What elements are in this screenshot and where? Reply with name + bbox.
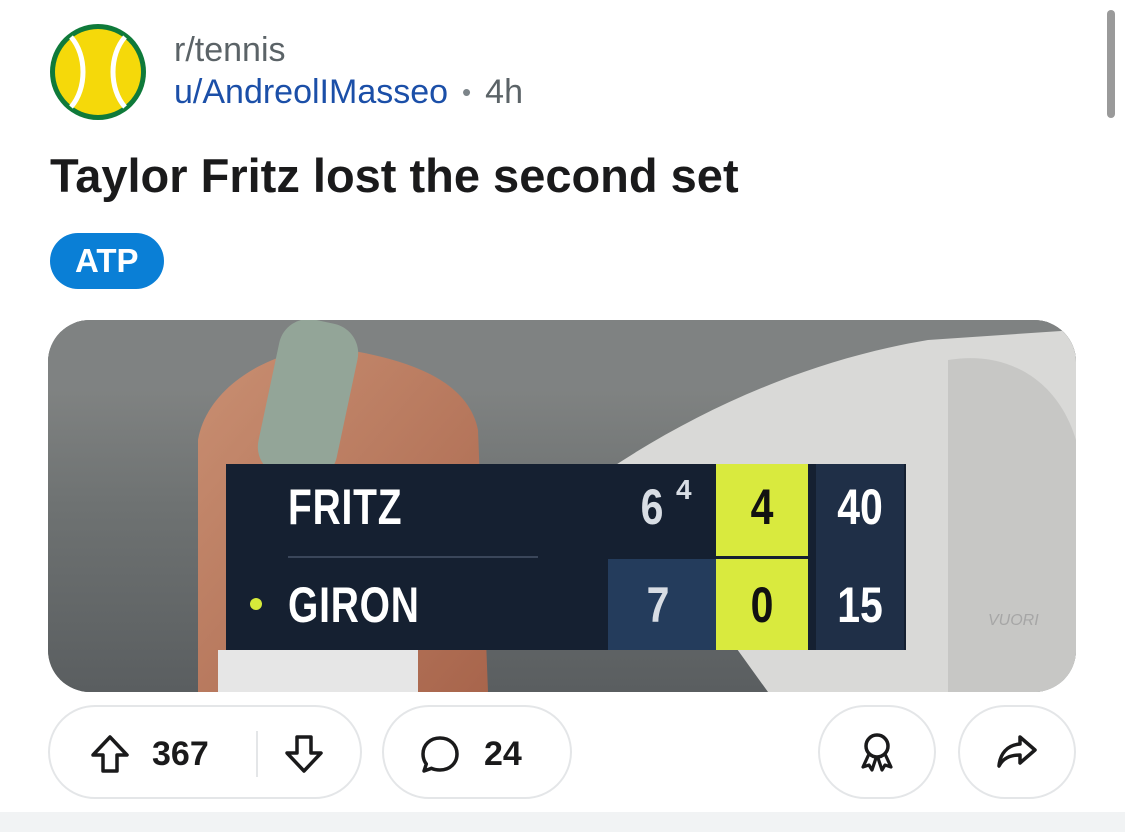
tennis-ball-icon	[55, 29, 141, 115]
subreddit-avatar[interactable]	[50, 24, 146, 120]
subreddit-name[interactable]: r/tennis	[174, 30, 523, 70]
comment-bubble-icon	[418, 733, 462, 782]
svg-text:VUORI: VUORI	[988, 612, 1039, 629]
post-flair[interactable]: ATP	[50, 233, 164, 289]
user-line: u/AndreolIMasseo • 4h	[174, 70, 523, 114]
player-1-name: FRITZ	[288, 479, 403, 535]
player-2-set-score: 7	[646, 577, 670, 633]
post-meta: r/tennis u/AndreolIMasseo • 4h	[174, 30, 523, 114]
player-1-tiebreak-score: 4	[676, 474, 692, 505]
comment-count: 24	[484, 735, 522, 773]
arrow-up-icon[interactable]	[88, 732, 132, 781]
player-1-set-score: 6	[640, 479, 664, 535]
feed-separator	[0, 812, 1125, 832]
player-divider	[288, 556, 538, 558]
share-button[interactable]	[958, 705, 1076, 799]
vote-control: 367	[48, 705, 362, 799]
post-title[interactable]: Taylor Fritz lost the second set	[50, 148, 739, 204]
award-icon	[861, 733, 893, 772]
comments-button[interactable]: 24	[382, 705, 572, 799]
player-2-name: GIRON	[288, 577, 420, 633]
share-icon	[997, 735, 1037, 768]
post-age: 4h	[485, 73, 523, 111]
award-button[interactable]	[818, 705, 936, 799]
player-1-games: 4	[750, 479, 774, 535]
post-image[interactable]: VUORI FRITZ GIRON 6 4 7 4 0 40 15	[48, 320, 1076, 692]
player-1-points: 40	[837, 479, 883, 535]
meta-separator: •	[462, 77, 472, 107]
arrow-down-icon[interactable]	[282, 732, 326, 781]
upvote-count: 367	[152, 735, 209, 773]
post-actions: 367 24	[48, 705, 1078, 801]
player-2-games: 0	[750, 577, 774, 633]
player-2-points: 15	[837, 577, 883, 633]
game-column-separator	[716, 556, 808, 559]
post-header: r/tennis u/AndreolIMasseo • 4h	[50, 24, 523, 120]
scoreboard: FRITZ GIRON 6 4 7 4 0 40 15	[226, 464, 906, 650]
vote-divider	[256, 731, 258, 777]
scrollbar[interactable]	[1107, 10, 1115, 118]
username[interactable]: u/AndreolIMasseo	[174, 70, 448, 114]
serve-indicator	[250, 598, 262, 610]
